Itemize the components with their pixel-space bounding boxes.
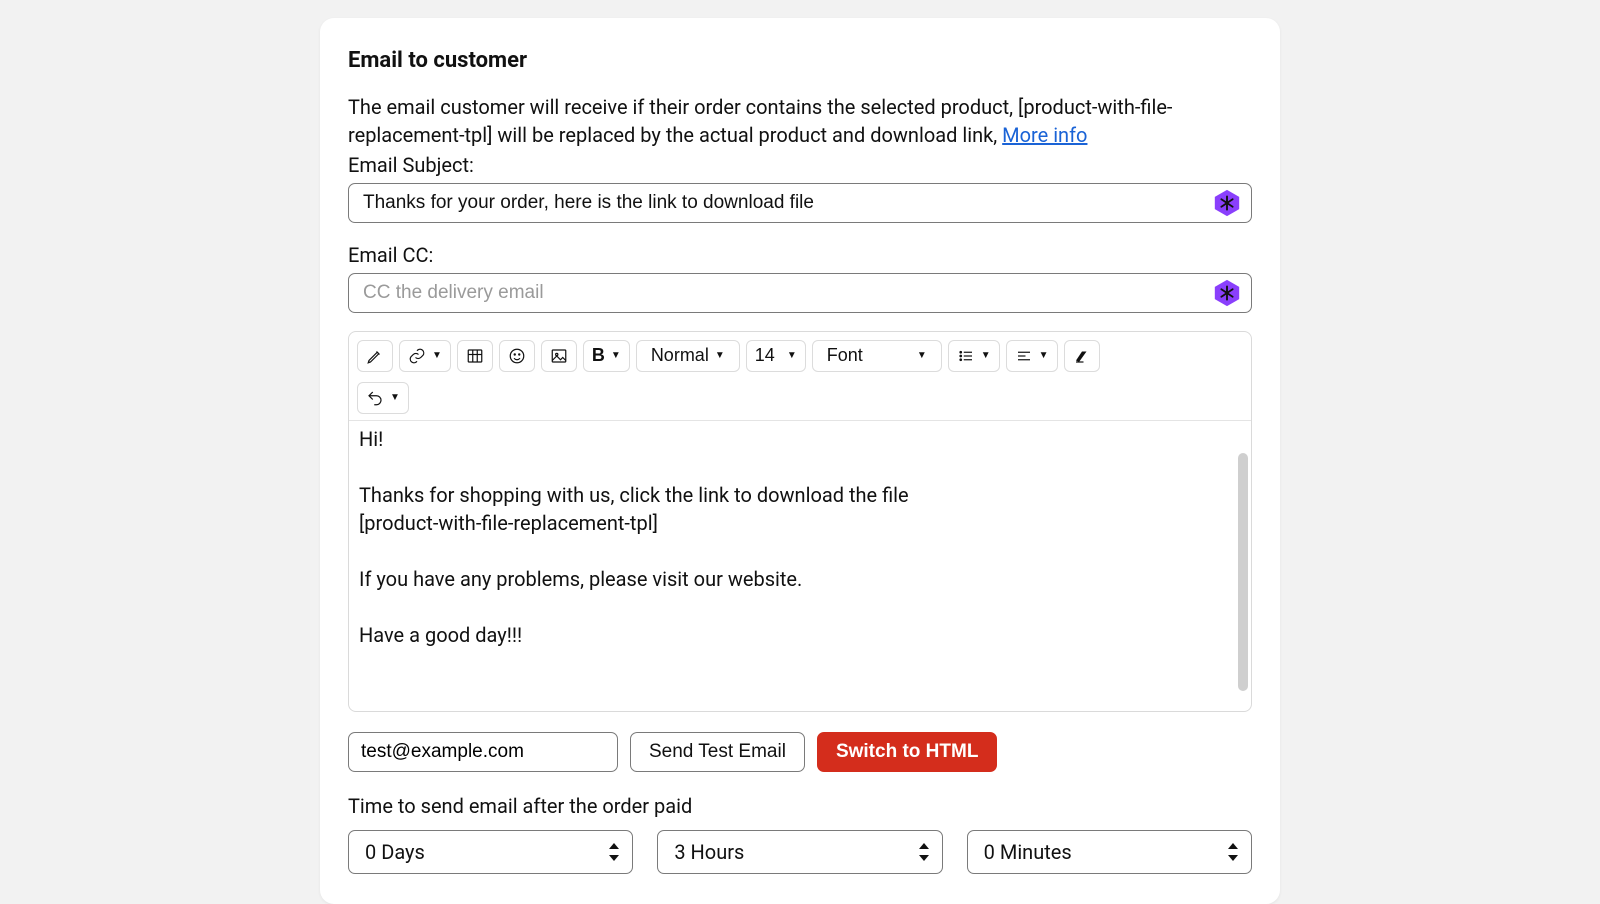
email-subject-input[interactable] [348, 183, 1252, 223]
delay-row: 0 Days 3 Hours 0 Minutes [348, 830, 1252, 874]
delay-hours-select[interactable]: 3 Hours [657, 830, 942, 874]
emoji-tool[interactable] [499, 340, 535, 372]
delay-days-select[interactable]: 0 Days [348, 830, 633, 874]
email-settings-card: Email to customer The email customer wil… [320, 18, 1280, 904]
more-info-link[interactable]: More info [1002, 123, 1087, 147]
table-tool[interactable] [457, 340, 493, 372]
bold-tool[interactable]: B▼ [583, 340, 630, 372]
delay-label: Time to send email after the order paid [348, 792, 1252, 820]
delay-minutes-value: 0 Minutes [984, 838, 1072, 866]
image-tool[interactable] [541, 340, 577, 372]
test-email-row: Send Test Email Switch to HTML [348, 732, 1252, 772]
send-test-email-button[interactable]: Send Test Email [630, 732, 805, 772]
email-subject-label: Email Subject: [348, 151, 1252, 179]
select-arrows-icon [607, 843, 621, 861]
paragraph-style-select[interactable]: Normal ▼ [636, 340, 740, 372]
undo-tool[interactable]: ▼ [357, 382, 409, 414]
list-tool[interactable]: ▼ [948, 340, 1000, 372]
email-cc-input[interactable] [348, 273, 1252, 313]
font-family-label: Font [827, 345, 863, 366]
section-description: The email customer will receive if their… [348, 93, 1252, 149]
variable-picker-icon[interactable] [1212, 278, 1242, 308]
edit-icon[interactable] [357, 340, 393, 372]
editor-content[interactable]: Hi! Thanks for shopping with us, click t… [359, 425, 1235, 701]
editor-toolbar: ▼ B▼ Normal ▼ 14 ▼ F [349, 332, 1251, 421]
clear-format-tool[interactable] [1064, 340, 1100, 372]
section-title: Email to customer [348, 46, 1252, 77]
email-cc-label: Email CC: [348, 241, 1252, 269]
link-tool[interactable]: ▼ [399, 340, 451, 372]
select-arrows-icon [1226, 843, 1240, 861]
select-arrows-icon [917, 843, 931, 861]
editor-scrollbar[interactable] [1238, 453, 1248, 691]
variable-picker-icon[interactable] [1212, 188, 1242, 218]
delay-minutes-select[interactable]: 0 Minutes [967, 830, 1252, 874]
font-size-label: 14 [755, 345, 775, 366]
font-size-select[interactable]: 14 ▼ [746, 340, 806, 372]
delay-days-value: 0 Days [365, 838, 425, 866]
font-family-select[interactable]: Font ▼ [812, 340, 942, 372]
test-email-input[interactable] [348, 732, 618, 772]
delay-hours-value: 3 Hours [674, 838, 744, 866]
email-cc-wrap [348, 273, 1252, 313]
editor-body: Hi! Thanks for shopping with us, click t… [349, 421, 1251, 711]
align-tool[interactable]: ▼ [1006, 340, 1058, 372]
switch-to-html-button[interactable]: Switch to HTML [817, 732, 997, 772]
rich-text-editor: ▼ B▼ Normal ▼ 14 ▼ F [348, 331, 1252, 712]
paragraph-style-label: Normal [651, 345, 709, 366]
email-subject-wrap [348, 183, 1252, 223]
